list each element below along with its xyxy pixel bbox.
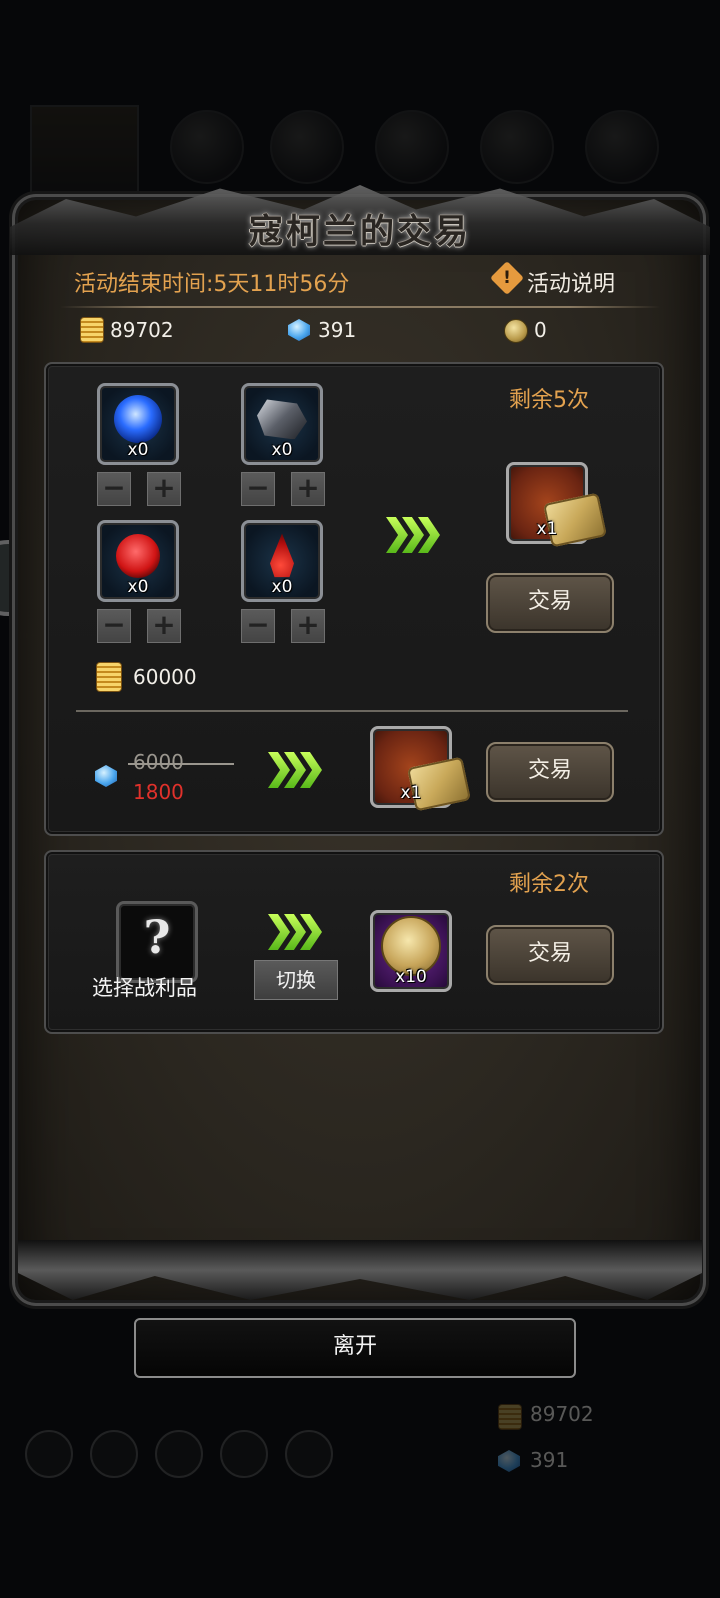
original-price: 6000 — [133, 750, 184, 774]
remaining-trades: 剩余5次 — [509, 388, 589, 413]
arrow-right-icon — [386, 517, 440, 553]
red-flower-icon — [116, 534, 160, 579]
gold-amount: 89702 — [110, 318, 174, 342]
background-gem-icon — [498, 1450, 520, 1472]
divider — [76, 710, 628, 712]
background-menu-icon — [155, 1430, 203, 1478]
reward-slot[interactable]: x10 — [370, 910, 452, 992]
background-slot-icon — [375, 110, 449, 184]
arrow-right-icon — [268, 914, 322, 950]
reward-quantity: x1 — [400, 783, 422, 803]
material-quantity: x0 — [271, 440, 293, 460]
background-menu-icon — [25, 1430, 73, 1478]
background-menu-icon — [285, 1430, 333, 1478]
background-portrait — [30, 105, 139, 209]
background-menu-icon — [90, 1430, 138, 1478]
dialog-title: 寇柯兰的交易 — [249, 212, 471, 252]
background-slot-icon — [270, 110, 344, 184]
gem-amount: 391 — [318, 318, 357, 342]
material-slot[interactable]: x0 — [241, 520, 323, 602]
remaining-trades: 剩余2次 — [509, 872, 589, 897]
medal-icon — [504, 319, 528, 343]
background-menu-icon — [220, 1430, 268, 1478]
leave-button[interactable]: 离开 — [134, 1318, 576, 1378]
gold-icon — [80, 317, 104, 343]
material-quantity: x0 — [127, 440, 149, 460]
warning-icon[interactable]: ! — [490, 261, 524, 295]
increase-button[interactable]: + — [291, 609, 325, 643]
decrease-button[interactable]: − — [241, 609, 275, 643]
reward-slot[interactable]: x1 — [506, 462, 607, 548]
decrease-button[interactable]: − — [97, 609, 131, 643]
discount-price: 1800 — [133, 780, 184, 804]
dark-ore-icon — [257, 399, 307, 440]
background-bottom-bar: 89702 391 — [0, 1380, 720, 1598]
increase-button[interactable]: + — [291, 472, 325, 506]
gold-icon — [96, 662, 122, 692]
increase-button[interactable]: + — [147, 609, 181, 643]
trade-button[interactable]: 交易 — [486, 925, 614, 985]
background-slot-icon — [170, 110, 244, 184]
event-help-link[interactable]: 活动说明 — [527, 266, 615, 298]
reward-quantity: x10 — [395, 967, 427, 987]
material-quantity: x0 — [127, 577, 149, 597]
increase-button[interactable]: + — [147, 472, 181, 506]
decrease-button[interactable]: − — [241, 472, 275, 506]
trade-button[interactable]: 交易 — [486, 742, 614, 802]
material-slot[interactable]: x0 — [97, 383, 179, 465]
medal-amount: 0 — [534, 318, 547, 342]
trade-button[interactable]: 交易 — [486, 573, 614, 633]
material-slot[interactable]: x0 — [97, 520, 179, 602]
blue-orb-icon — [114, 395, 162, 444]
gold-cost: 60000 — [133, 665, 197, 689]
switch-button[interactable]: 切换 — [254, 960, 338, 1000]
select-spoils-label: 选择战利品 — [92, 976, 197, 1000]
arrow-right-icon — [268, 752, 322, 788]
reward-quantity: x1 — [536, 519, 558, 539]
price-strikethrough — [128, 763, 234, 765]
background-gem-value: 391 — [530, 1448, 569, 1472]
reward-slot[interactable]: x1 — [370, 726, 471, 812]
background-gold-icon — [498, 1404, 522, 1430]
material-slot[interactable]: x0 — [241, 383, 323, 465]
background-gold-value: 89702 — [530, 1402, 594, 1426]
spoils-select-slot[interactable]: ? — [116, 901, 198, 983]
divider — [60, 306, 660, 308]
blood-drop-icon — [270, 533, 294, 578]
material-quantity: x0 — [271, 577, 293, 597]
decrease-button[interactable]: − — [97, 472, 131, 506]
background-slot-icon — [480, 110, 554, 184]
background-slot-icon — [585, 110, 659, 184]
event-end-time: 活动结束时间:5天11时56分 — [74, 272, 350, 297]
question-mark-icon: ? — [143, 910, 171, 965]
